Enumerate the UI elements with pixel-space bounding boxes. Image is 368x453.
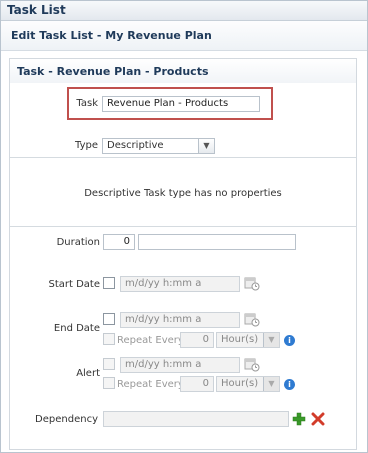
divider [10,226,356,227]
type-select-value: Descriptive [107,140,164,151]
window-title: Task List [7,3,66,17]
calendar-icon[interactable] [244,275,260,291]
dependency-label: Dependency [35,414,98,425]
end-date-repeat-input[interactable]: 0 [180,332,214,348]
end-date-repeat-unit-value: Hour(s) [221,334,259,345]
divider [10,157,356,158]
alert-repeat-input[interactable]: 0 [180,376,214,392]
alert-repeat-checkbox[interactable] [103,377,115,389]
chevron-down-icon: ▼ [263,333,279,347]
window-titlebar: Task List [1,1,367,21]
duration-unit-input[interactable] [138,234,296,250]
end-date-input[interactable]: m/d/yy h:mm a [120,312,240,328]
alert-repeat-unit-value: Hour(s) [221,378,259,389]
duration-label: Duration [56,237,100,248]
panel-title: Task - Revenue Plan - Products [17,65,209,78]
duration-input[interactable]: 0 [103,234,135,250]
end-date-repeat-unit-select[interactable]: Hour(s) ▼ [216,332,280,348]
alert-label: Alert [76,368,100,379]
alert-repeat-unit-select[interactable]: Hour(s) ▼ [216,376,280,392]
start-date-label: Start Date [48,279,100,290]
info-icon[interactable]: i [284,335,295,346]
task-label: Task [76,98,98,109]
alert-date-input[interactable]: m/d/yy h:mm a [120,357,240,373]
end-date-repeat-label: Repeat Every [117,335,184,346]
end-date-label: End Date [53,323,100,334]
info-icon[interactable]: i [284,379,295,390]
task-name-input[interactable]: Revenue Plan - Products [102,96,260,112]
start-date-input[interactable]: m/d/yy h:mm a [120,276,240,292]
alert-repeat-label: Repeat Every [117,379,184,390]
alert-checkbox[interactable] [103,358,115,370]
remove-icon[interactable] [311,412,325,426]
edit-header: Edit Task List - My Revenue Plan [1,21,367,51]
chevron-down-icon: ▼ [263,377,279,391]
start-date-checkbox[interactable] [103,277,115,289]
dependency-input[interactable] [103,411,289,427]
no-properties-message: Descriptive Task type has no properties [84,188,282,199]
calendar-icon[interactable] [244,356,260,372]
end-date-checkbox[interactable] [103,313,115,325]
add-icon[interactable] [292,412,306,426]
type-label: Type [75,140,98,151]
end-date-repeat-checkbox[interactable] [103,333,115,345]
type-select[interactable]: Descriptive ▼ [102,138,215,154]
calendar-icon[interactable] [244,311,260,327]
edit-header-title: Edit Task List - My Revenue Plan [11,29,212,42]
chevron-down-icon: ▼ [198,139,214,153]
